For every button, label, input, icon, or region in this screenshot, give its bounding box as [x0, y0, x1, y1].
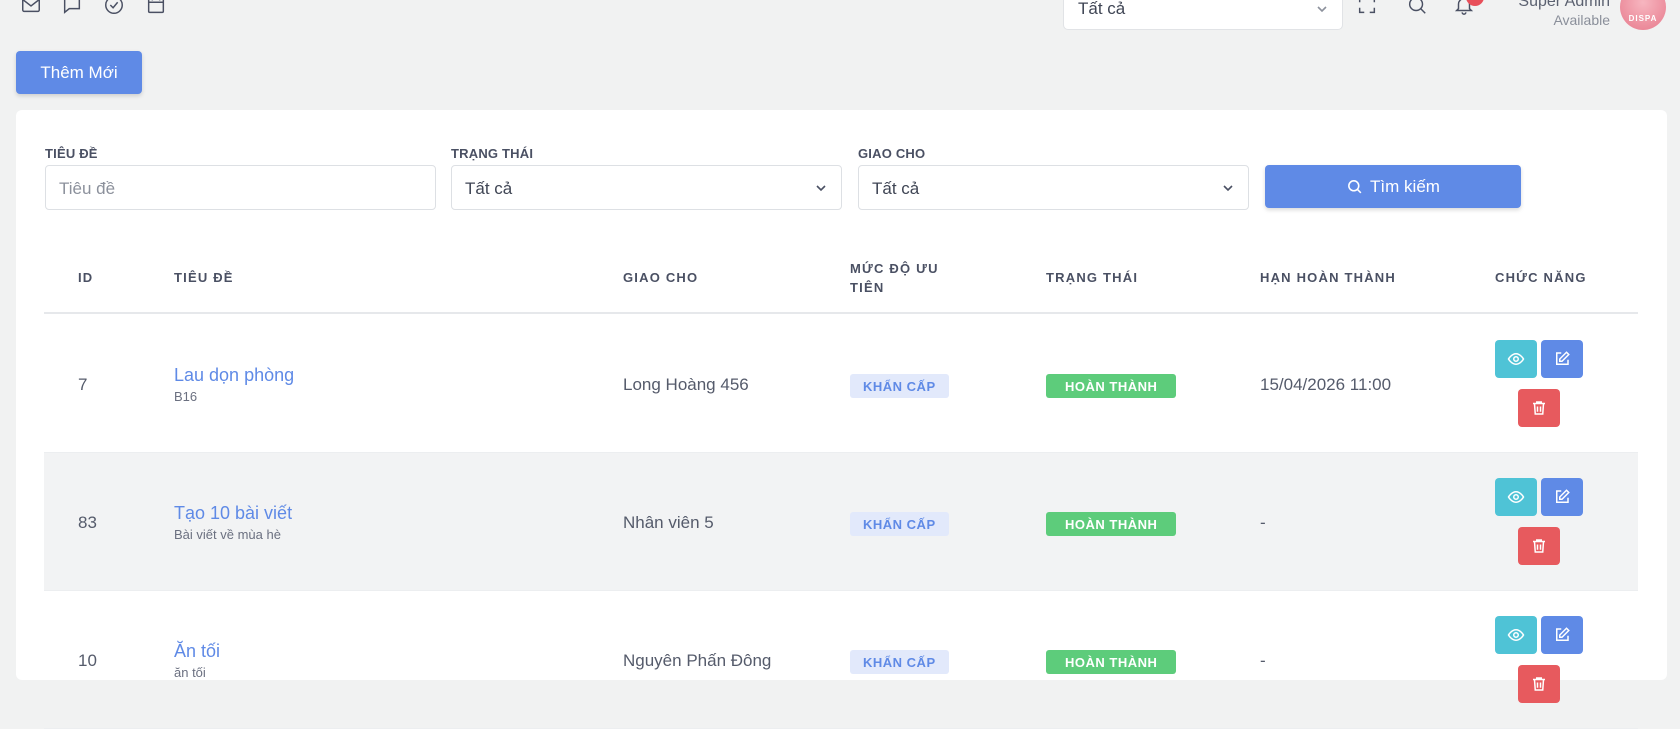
user-info[interactable]: Super Admin Available: [1470, 0, 1610, 28]
row-deadline: 15/04/2026 11:00: [1260, 375, 1392, 394]
table-row: 83 Tạo 10 bài viết Bài viết về mùa hè Nh…: [44, 453, 1638, 591]
row-subtitle: Bài viết về mùa hè: [174, 527, 281, 542]
chevron-down-icon: [1317, 6, 1327, 13]
header-title: TIÊU ĐỀ: [174, 270, 234, 285]
title-filter-placeholder: Tiêu đề: [59, 179, 116, 198]
assignee-filter-select[interactable]: Tất cả: [858, 165, 1249, 210]
trash-icon: [1533, 539, 1545, 553]
chevron-down-icon: [816, 185, 826, 192]
edit-icon: [1556, 489, 1570, 503]
header-status: TRẠNG THÁI: [1046, 270, 1139, 285]
search-icon[interactable]: [1405, 0, 1429, 17]
search-button-label: Tìm kiếm: [1370, 176, 1440, 196]
status-badge: HOÀN THÀNH: [1046, 374, 1177, 398]
row-deadline: -: [1260, 513, 1266, 532]
check-circle-icon[interactable]: [102, 0, 126, 17]
header-deadline: HẠN HOÀN THÀNH: [1260, 270, 1396, 285]
header-priority: MỨC ĐỘ ƯU TIÊN: [850, 259, 939, 297]
edit-button[interactable]: [1541, 340, 1583, 378]
delete-button[interactable]: [1518, 389, 1560, 427]
chevron-down-icon: [1223, 185, 1233, 192]
view-button[interactable]: [1495, 478, 1537, 516]
header-priority-line1: MỨC ĐỘ ƯU: [850, 261, 939, 276]
status-badge: HOÀN THÀNH: [1046, 650, 1177, 674]
edit-button[interactable]: [1541, 478, 1583, 516]
table-header: ID TIÊU ĐỀ GIAO CHO MỨC ĐỘ ƯU TIÊN TRẠNG…: [44, 240, 1638, 314]
avatar-logo-text: DISPA: [1628, 14, 1658, 23]
row-title-link[interactable]: Tạo 10 bài viết: [174, 503, 292, 524]
row-assignee: Nhân viên 5: [623, 513, 714, 532]
title-filter-input[interactable]: Tiêu đề: [45, 165, 436, 210]
header-id: ID: [78, 270, 94, 285]
top-bar: Tất cả 1 Super Admin Available DISPA: [0, 0, 1680, 40]
trash-icon: [1533, 677, 1545, 691]
row-subtitle: B16: [174, 389, 198, 404]
row-deadline: -: [1260, 651, 1266, 670]
status-badge: HOÀN THÀNH: [1046, 512, 1177, 536]
avatar[interactable]: DISPA: [1620, 0, 1666, 30]
view-button[interactable]: [1495, 340, 1537, 378]
edit-icon: [1556, 351, 1570, 365]
search-icon: [1348, 180, 1362, 194]
search-button[interactable]: Tìm kiếm: [1265, 165, 1521, 208]
eye-icon: [1507, 628, 1525, 642]
row-id: 7: [78, 375, 88, 394]
priority-badge: KHẨN CẤP: [850, 374, 949, 398]
calendar-icon[interactable]: [144, 0, 168, 17]
priority-badge: KHẨN CẤP: [850, 512, 949, 536]
trash-icon: [1533, 401, 1545, 415]
row-title-link[interactable]: Lau dọn phòng: [174, 365, 294, 386]
table-row: 10 Ăn tối ăn tối Nguyên Phấn Đông KHẨN C…: [44, 591, 1638, 729]
row-subtitle: ăn tối: [174, 665, 206, 680]
header-actions: CHỨC NĂNG: [1495, 270, 1587, 285]
row-assignee: Nguyên Phấn Đông: [623, 651, 772, 670]
user-status: Available: [1553, 12, 1610, 28]
eye-icon: [1507, 352, 1525, 366]
status-filter-label: TRẠNG THÁI: [451, 146, 534, 161]
edit-icon: [1556, 627, 1570, 641]
add-new-button[interactable]: Thêm Mới: [16, 51, 142, 94]
row-id: 10: [78, 651, 97, 670]
row-assignee: Long Hoàng 456: [623, 375, 749, 394]
priority-badge: KHẨN CẤP: [850, 650, 949, 674]
assignee-filter-label: GIAO CHO: [858, 146, 926, 161]
header-priority-line2: TIÊN: [850, 280, 885, 295]
delete-button[interactable]: [1518, 527, 1560, 565]
fullscreen-icon[interactable]: [1355, 0, 1379, 17]
eye-icon: [1507, 490, 1525, 504]
user-name: Super Admin: [1518, 0, 1610, 10]
row-id: 83: [78, 513, 97, 532]
header-assignee: GIAO CHO: [623, 270, 699, 285]
task-card: TIÊU ĐỀ Tiêu đề TRẠNG THÁI Tất cả GIAO C…: [16, 110, 1667, 729]
top-filter-value: Tất cả: [1078, 0, 1126, 18]
assignee-filter-value: Tất cả: [872, 179, 920, 198]
status-filter-value: Tất cả: [465, 179, 513, 198]
mail-icon[interactable]: [19, 0, 43, 17]
chat-icon[interactable]: [60, 0, 84, 17]
status-filter-select[interactable]: Tất cả: [451, 165, 842, 210]
table-row: 7 Lau dọn phòng B16 Long Hoàng 456 KHẨN …: [44, 315, 1638, 453]
view-button[interactable]: [1495, 616, 1537, 654]
top-filter-select[interactable]: Tất cả: [1063, 0, 1343, 30]
title-filter-label: TIÊU ĐỀ: [45, 146, 98, 161]
row-title-link[interactable]: Ăn tối: [174, 641, 220, 662]
edit-button[interactable]: [1541, 616, 1583, 654]
